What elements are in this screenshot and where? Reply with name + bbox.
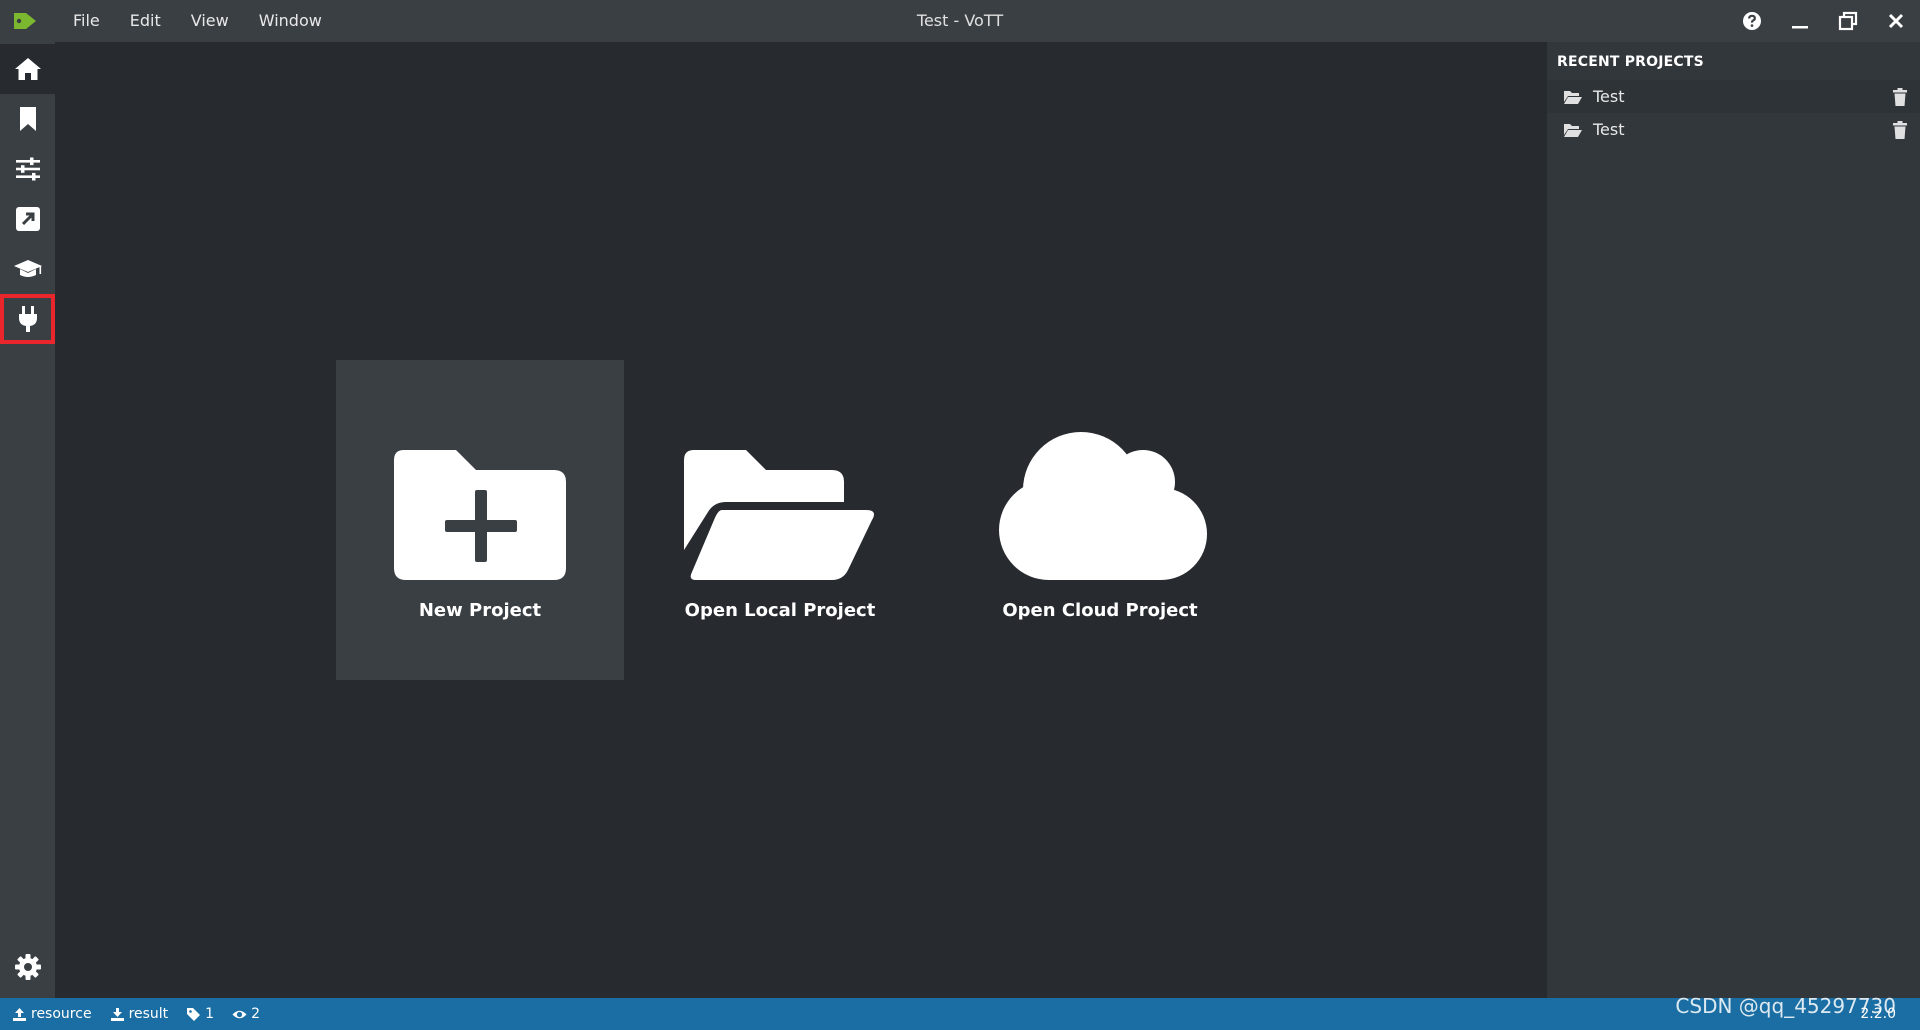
status-visited-count: 2 xyxy=(251,1006,261,1022)
status-source-connection: resource xyxy=(12,1006,92,1022)
sidebar xyxy=(0,42,55,998)
trash-icon[interactable] xyxy=(1892,121,1908,139)
nav-active-learning[interactable] xyxy=(0,244,55,294)
menu-window[interactable]: Window xyxy=(244,0,337,42)
recent-project-item[interactable]: Test xyxy=(1547,80,1920,113)
recent-projects-panel: RECENT PROJECTS Test Test xyxy=(1547,42,1920,998)
new-project-card[interactable]: New Project xyxy=(336,360,624,680)
card-icon-wrap xyxy=(993,430,1207,580)
recent-projects-list: Test Test xyxy=(1547,80,1920,146)
restore-icon xyxy=(1838,11,1858,31)
nav-connections[interactable] xyxy=(0,294,55,344)
status-bar: resource result 1 2 2.2.0 xyxy=(0,998,1920,1030)
open-cloud-project-card[interactable]: Open Cloud Project xyxy=(956,360,1244,680)
card-icon-wrap xyxy=(394,430,566,580)
home-icon xyxy=(14,58,41,80)
status-target-connection: result xyxy=(110,1006,169,1022)
vott-logo-icon xyxy=(14,13,36,29)
menu-edit[interactable]: Edit xyxy=(115,0,176,42)
eye-icon xyxy=(232,1010,247,1018)
watermark: CSDN @qq_45297730 xyxy=(1675,994,1896,1018)
window-title: Test - VoTT xyxy=(916,11,1004,30)
home-page: New Project Open Local Project Open Clou… xyxy=(55,42,1547,998)
plug-icon xyxy=(18,306,37,332)
tag-icon xyxy=(187,1007,201,1021)
upload-icon xyxy=(13,1007,26,1021)
nav-editor[interactable] xyxy=(0,94,55,144)
help-icon xyxy=(1743,12,1761,30)
restore-button[interactable] xyxy=(1824,0,1872,42)
nav-settings[interactable] xyxy=(0,144,55,194)
nav-app-settings[interactable] xyxy=(0,942,55,992)
export-icon xyxy=(15,207,40,231)
recent-project-name: Test xyxy=(1593,87,1625,106)
title-bar: File Edit View Window Test - VoTT xyxy=(0,0,1920,42)
graduation-cap-icon xyxy=(13,260,42,277)
download-icon xyxy=(110,1007,124,1021)
status-visited: 2 xyxy=(232,1006,260,1022)
status-source-label: resource xyxy=(31,1006,92,1022)
menu-bar: File Edit View Window xyxy=(58,0,337,42)
folder-plus-icon xyxy=(394,450,566,580)
menu-view[interactable]: View xyxy=(176,0,244,42)
folder-open-icon xyxy=(684,450,874,580)
recent-projects-title: RECENT PROJECTS xyxy=(1557,54,1704,70)
trash-icon[interactable] xyxy=(1892,88,1908,106)
close-button[interactable] xyxy=(1872,0,1920,42)
nav-home[interactable] xyxy=(0,44,55,94)
card-icon-wrap xyxy=(684,430,876,580)
help-button[interactable] xyxy=(1728,0,1776,42)
sliders-icon xyxy=(15,157,40,181)
nav-export[interactable] xyxy=(0,194,55,244)
status-tags-count: 1 xyxy=(205,1006,215,1022)
open-local-project-label: Open Local Project xyxy=(684,600,876,621)
folder-open-icon xyxy=(1564,90,1582,104)
open-local-project-card[interactable]: Open Local Project xyxy=(636,360,924,680)
recent-project-name: Test xyxy=(1593,120,1625,139)
open-cloud-project-label: Open Cloud Project xyxy=(1002,600,1198,621)
cloud-icon xyxy=(999,432,1207,580)
gear-icon xyxy=(14,954,41,980)
new-project-label: New Project xyxy=(418,600,542,621)
close-icon xyxy=(1888,13,1904,29)
minimize-icon xyxy=(1792,26,1808,29)
menu-file[interactable]: File xyxy=(58,0,115,42)
minimize-button[interactable] xyxy=(1776,0,1824,42)
status-target-label: result xyxy=(128,1006,169,1022)
recent-project-item[interactable]: Test xyxy=(1547,113,1920,146)
window-controls xyxy=(1728,0,1920,42)
bookmark-icon xyxy=(19,107,36,131)
folder-open-icon xyxy=(1564,123,1582,137)
status-tags: 1 xyxy=(186,1006,214,1022)
